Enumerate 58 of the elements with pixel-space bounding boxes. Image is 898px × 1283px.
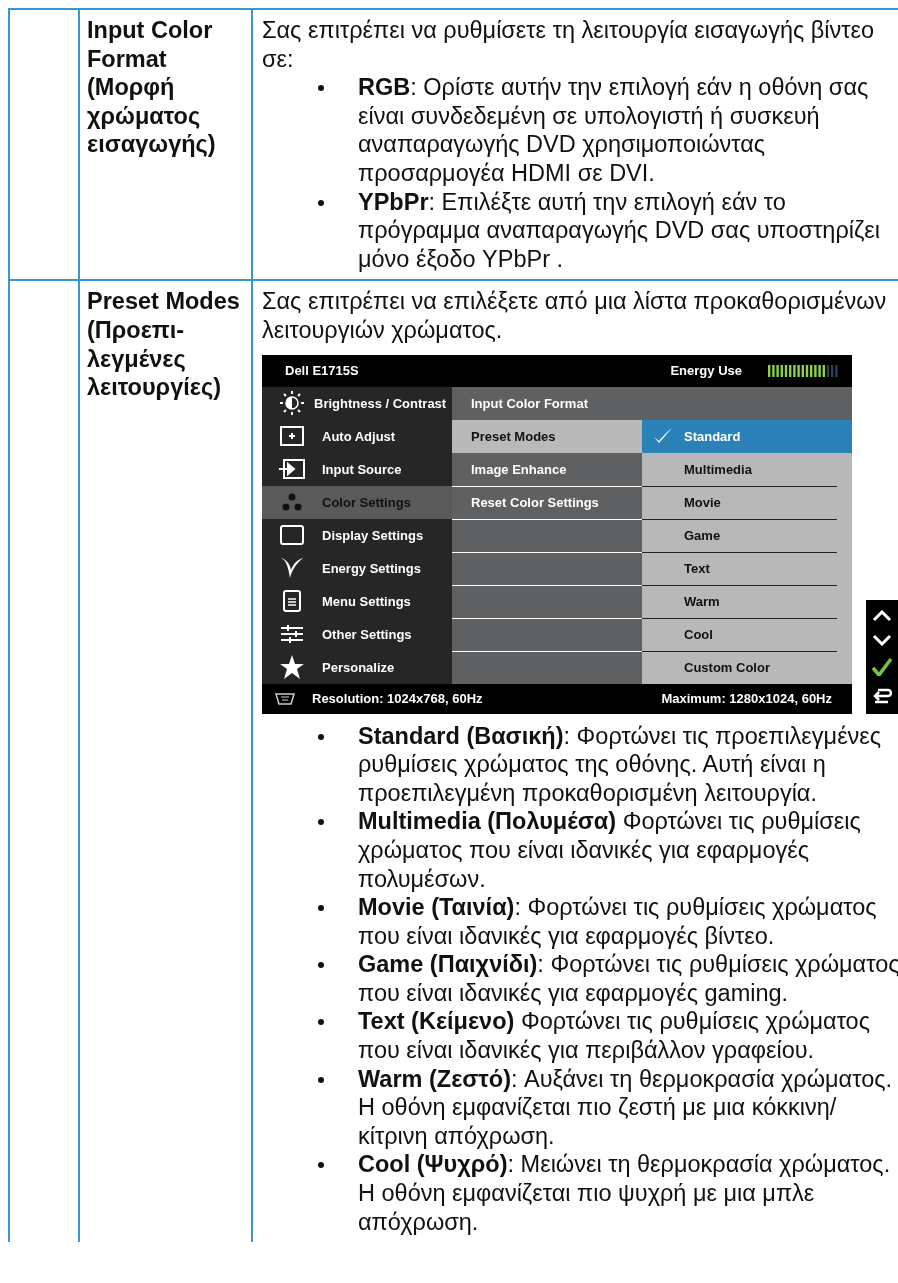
setting-name: Preset Modes (Προεπι-λεγμένες λειτουργίες) xyxy=(87,287,241,402)
bullet-icon xyxy=(318,733,324,740)
bullet-text: Movie (Ταινία): Φορτώνει τις ρυθμίσεις χρώματος που είναι ιδανικές για εφαρμογές βίντεο. xyxy=(358,893,878,951)
bullet-text: Multimedia (Πολυμέσα) Φορτώνει τις ρυθμίσεις χρώματος που είναι ιδανικές για εφαρμογές πολυμέσων. xyxy=(358,807,862,894)
description-text: Σας επιτρέπει να ρυθμίσετε τη λειτουργία εισαγωγής βίντεο σε: xyxy=(262,16,876,74)
bullet-text: Cool (Ψυχρό): Μειώνει τη θερμοκρασία χρώματος. Η οθόνη εμφανίζεται πιο ψυχρή με μια μπλε απόχρωση. xyxy=(358,1150,892,1237)
preset-option[interactable]: Warm xyxy=(642,584,837,618)
star-icon xyxy=(280,655,304,680)
display-icon xyxy=(280,525,304,546)
bullet-text: Text (Κείμενο) Φορτώνει τις ρυθμίσεις χρώματος που είναι ιδανικές για περιβάλλον γραφείου. xyxy=(358,1007,872,1065)
bullet-text: Game (Παιχνίδι): Φορτώνει τις ρυθμίσεις χρώματος που είναι ιδανικές για εφαρμογές gaming. xyxy=(358,950,898,1008)
energy-use-label: Energy Use xyxy=(670,364,742,378)
setting-name: Input Color Format (Μορφή χρώματος εισαγωγής) xyxy=(87,16,217,159)
bullet-icon xyxy=(318,85,324,92)
main-menu-item[interactable]: Energy Settings xyxy=(262,551,452,585)
bullet-icon xyxy=(318,1162,324,1169)
preset-option[interactable]: Cool xyxy=(642,617,837,651)
submenu-item[interactable]: Preset Modes xyxy=(452,419,642,453)
bullet-text: RGB: Ορίστε αυτήν την επιλογή εάν η οθόνη σας είναι συνδεδεμένη σε υπολογιστή ή συσκευή αναπαραγωγής DVD χρησιμοποιώντας προσαρμογέα HDMI σε DVI. xyxy=(358,73,870,188)
checkmark-icon[interactable] xyxy=(872,657,892,676)
preset-option[interactable]: Movie xyxy=(642,485,837,519)
preset-option[interactable]: Text xyxy=(642,551,837,585)
main-menu-item[interactable]: Input Source xyxy=(262,452,452,486)
input-icon xyxy=(278,459,306,480)
bullet-text: YPbPr: Επιλέξτε αυτή την επιλογή εάν το πρόγραμμα αναπαραγωγής DVD σας υποστηρίζει μόνο έξοδο YPbPr . xyxy=(358,187,882,274)
back-icon[interactable] xyxy=(872,687,892,704)
dots-icon xyxy=(282,493,302,512)
description-text: Σας επιτρέπει να επιλέξετε από μια λίστα προκαθορισμένων λειτουργιών χρώματος. xyxy=(262,287,888,345)
main-menu-item[interactable]: Brightness / Contrast xyxy=(262,386,452,420)
sun-icon xyxy=(279,391,305,416)
bullet-icon xyxy=(318,1019,324,1026)
bullet-text: Standard (Βασική): Φορτώνει τις προεπιλεγμένες ρυθμίσεις χρώματος της οθόνης. Αυτή είναι η προεπιλεγμένη προκαθορισμένη λειτουργία. xyxy=(358,721,883,808)
auto-adjust-icon xyxy=(280,426,304,447)
down-chevron-icon[interactable] xyxy=(872,633,892,646)
preset-option[interactable]: Multimedia xyxy=(642,452,837,486)
sliders-icon xyxy=(280,624,304,645)
submenu-item[interactable]: Image Enhance xyxy=(452,452,642,486)
main-menu-item[interactable]: Personalize xyxy=(262,650,452,684)
main-menu-item[interactable]: Other Settings xyxy=(262,617,452,651)
connector-icon xyxy=(274,692,296,705)
bullet-icon xyxy=(318,962,324,969)
bullet-icon xyxy=(318,1076,324,1083)
submenu-item[interactable]: Input Color Format xyxy=(452,386,642,420)
resolution-text: Resolution: 1024x768, 60Hz xyxy=(312,692,484,706)
preset-option[interactable]: Standard xyxy=(642,419,852,453)
preset-option[interactable]: Game xyxy=(642,518,837,552)
maximum-resolution-text: Maximum: 1280x1024, 60Hz xyxy=(661,692,832,706)
main-menu-item[interactable]: Menu Settings xyxy=(262,584,452,618)
bullet-text: Warm (Ζεστό): Αυξάνει τη θερμοκρασία χρώματος. Η οθόνη εμφανίζεται πιο ζεστή με μια κόκκινη/κίτρινη απόχρωση. xyxy=(358,1064,894,1151)
main-menu-item[interactable]: Display Settings xyxy=(262,518,452,552)
bullet-icon xyxy=(318,819,324,826)
preset-option[interactable]: Custom Color xyxy=(642,650,837,684)
menu-icon xyxy=(283,590,301,613)
main-menu-item[interactable]: Auto Adjust xyxy=(262,419,452,453)
monitor-model-label: Dell E1715S xyxy=(285,364,360,378)
up-chevron-icon[interactable] xyxy=(872,609,892,622)
bullet-icon xyxy=(318,199,324,206)
bullet-icon xyxy=(318,905,324,912)
